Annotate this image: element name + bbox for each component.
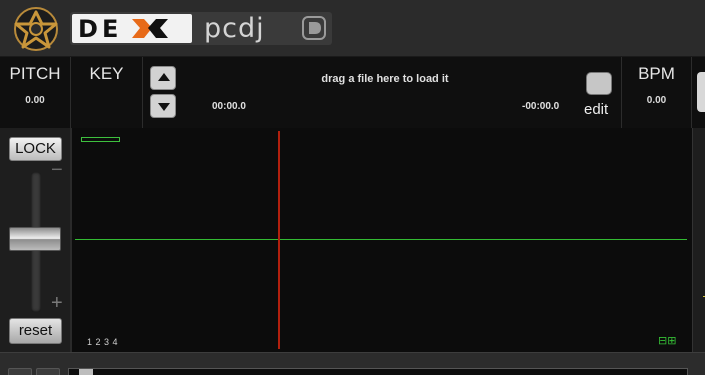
svg-text:D: D	[78, 15, 100, 43]
bottom-scrollbar[interactable]	[68, 368, 688, 375]
dex-wordmark-icon: D E	[78, 15, 168, 43]
pitch-reset-button[interactable]: reset	[9, 318, 62, 344]
bpm-label: BPM	[638, 64, 675, 83]
remaining-time[interactable]: -00:00.0	[522, 101, 559, 112]
overview-position-marker	[81, 137, 120, 142]
waveform-display[interactable]: 1 2 3 4 ⊟⊞	[72, 128, 692, 352]
key-label: KEY	[89, 64, 124, 83]
arrow-up-icon	[158, 73, 170, 81]
pitch-display: PITCH 0.00	[0, 57, 71, 128]
brand-panel: D E pcdj	[70, 12, 332, 45]
elapsed-time: 00:00.0	[212, 101, 246, 112]
playhead	[278, 131, 280, 349]
key-lock-button[interactable]: LOCK	[9, 137, 62, 161]
pitch-strip: LOCK − + reset	[0, 128, 70, 352]
edit-button[interactable]	[586, 72, 612, 95]
waveform-center-line	[75, 239, 687, 240]
pitch-plus-icon: +	[51, 292, 63, 314]
pitch-minus-icon: −	[51, 159, 63, 181]
right-deck-edge	[692, 128, 705, 352]
dex-logo: D E	[72, 14, 192, 43]
bottom-left-button-2[interactable]	[36, 368, 60, 375]
hotcue-labels[interactable]: 1 2 3 4	[87, 337, 118, 347]
bottom-left-button[interactable]	[8, 368, 32, 375]
pitch-label: PITCH	[9, 64, 61, 83]
right-deck-button[interactable]	[697, 72, 705, 112]
pitch-fader-knob[interactable]	[9, 227, 61, 251]
bottom-scroll-thumb[interactable]	[79, 369, 93, 375]
svg-text:E: E	[102, 15, 118, 43]
bpm-display: BPM 0.00	[622, 57, 692, 128]
pcdj-badge-icon	[302, 16, 326, 40]
zoom-icons[interactable]: ⊟⊞	[658, 334, 676, 347]
record-adapter-icon	[14, 7, 58, 51]
edit-label: edit	[584, 101, 609, 118]
track-info[interactable]	[143, 57, 622, 128]
next-track-button[interactable]	[150, 94, 176, 118]
key-display: KEY	[71, 57, 143, 128]
arrow-down-icon	[158, 103, 170, 111]
bpm-value: 0.00	[646, 95, 667, 106]
load-hint: drag a file here to load it	[321, 73, 449, 85]
top-bar: D E pcdj	[0, 0, 705, 57]
pcdj-wordmark: pcdj	[204, 13, 265, 44]
pitch-value: 0.00	[25, 95, 45, 106]
bottom-bar	[0, 352, 705, 375]
previous-track-button[interactable]	[150, 66, 176, 90]
